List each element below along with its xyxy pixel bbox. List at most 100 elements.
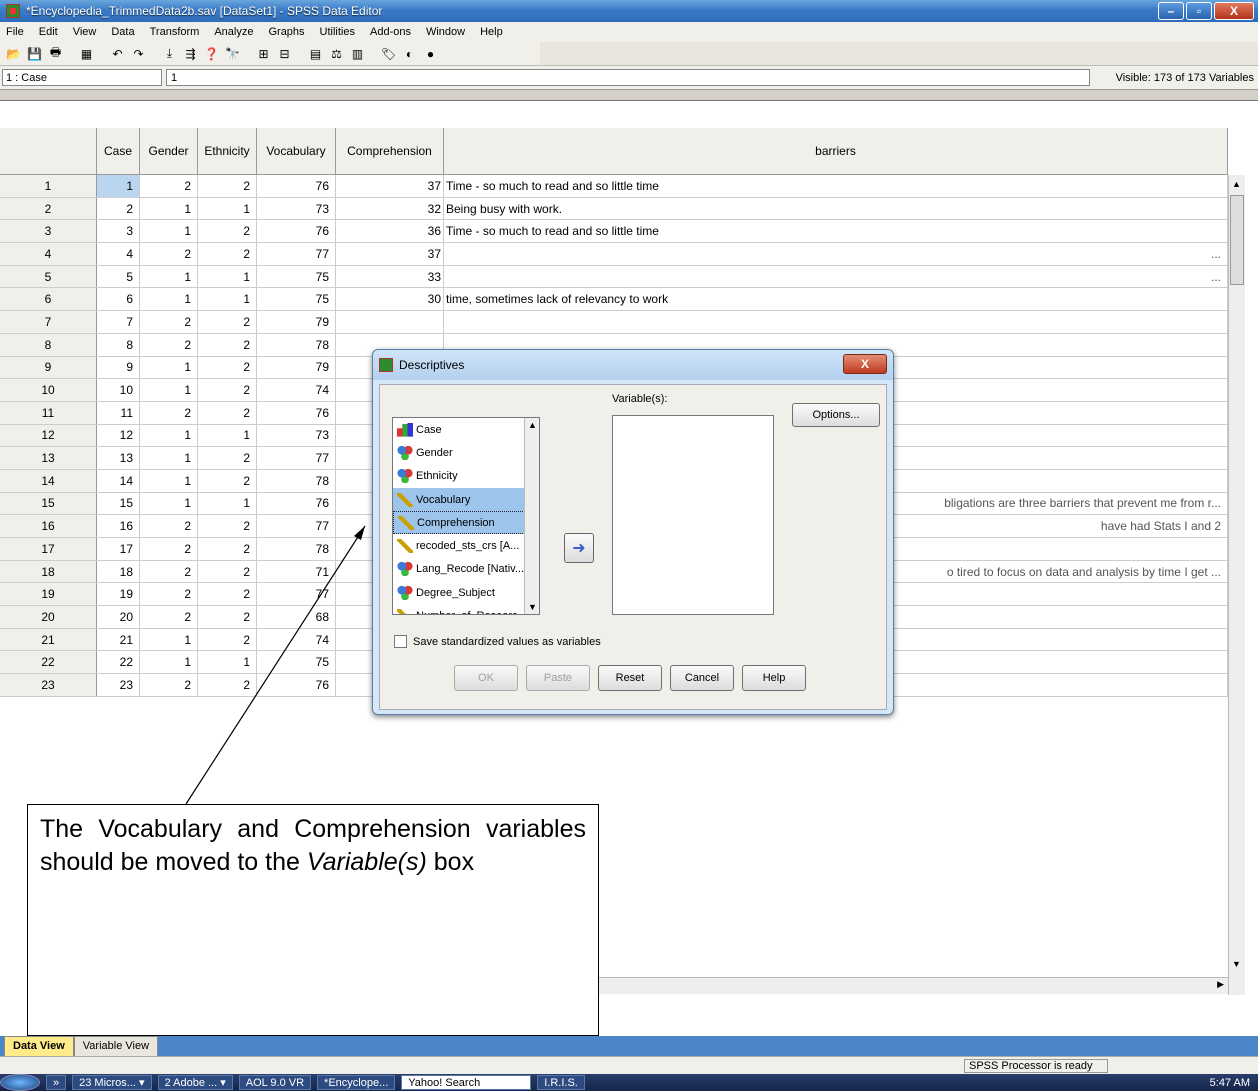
cell-case[interactable]: 5 — [97, 265, 140, 288]
cell-vocabulary[interactable]: 76 — [257, 401, 336, 424]
cell-gender[interactable]: 1 — [140, 288, 198, 311]
weight-cases-icon[interactable]: ⚖ — [327, 45, 346, 63]
value-labels-icon[interactable]: 🏷 — [379, 45, 398, 63]
cell-gender[interactable]: 2 — [140, 515, 198, 537]
source-variable-list[interactable]: Case Gender Ethnicity Vocabulary Comprehensi… — [392, 417, 540, 615]
cell-vocabulary[interactable]: 73 — [257, 424, 336, 447]
cell-vocabulary[interactable]: 76 — [257, 492, 336, 515]
cell-comprehension[interactable]: 30 — [336, 288, 444, 311]
cell-case[interactable]: 9 — [97, 356, 140, 379]
cell-vocabulary[interactable]: 78 — [257, 469, 336, 492]
list-scroll-up-icon[interactable]: ▲ — [528, 420, 537, 430]
scroll-up-icon[interactable]: ▲ — [1232, 179, 1241, 189]
cell-vocabulary[interactable]: 77 — [257, 243, 336, 265]
show-all-icon[interactable]: ● — [421, 45, 440, 63]
cell-ethnicity[interactable]: 2 — [198, 469, 257, 492]
open-folder-icon[interactable]: 📂 — [4, 45, 23, 63]
cell-case[interactable]: 18 — [97, 560, 140, 583]
cell-case[interactable]: 10 — [97, 379, 140, 401]
cell-gender[interactable]: 1 — [140, 492, 198, 515]
cell-gender[interactable]: 2 — [140, 583, 198, 606]
col-header-comprehension[interactable]: Comprehension — [336, 128, 444, 174]
menu-utilities[interactable]: Utilities — [320, 26, 355, 38]
cell-gender[interactable]: 1 — [140, 424, 198, 447]
cell-ethnicity[interactable]: 1 — [198, 424, 257, 447]
cell-vocabulary[interactable]: 78 — [257, 333, 336, 356]
scroll-right-icon[interactable]: ▶ — [1217, 979, 1224, 990]
variable-list-item[interactable]: Comprehension — [393, 511, 539, 535]
cell-vocabulary[interactable]: 74 — [257, 379, 336, 401]
vertical-scroll-thumb[interactable] — [1230, 195, 1244, 285]
quick-launch-more[interactable]: » — [46, 1075, 67, 1090]
row-number[interactable]: 5 — [0, 265, 97, 288]
cell-ethnicity[interactable]: 1 — [198, 288, 257, 311]
cell-gender[interactable]: 2 — [140, 333, 198, 356]
cell-barriers[interactable]: ... — [444, 243, 1228, 265]
save-standardized-checkbox[interactable] — [394, 635, 407, 648]
variable-list-item[interactable]: Vocabulary — [393, 487, 539, 512]
variable-list-item[interactable]: recoded_sts_crs [A... — [393, 534, 539, 557]
goto-variable-icon[interactable]: ⇶ — [181, 45, 200, 63]
cell-vocabulary[interactable]: 77 — [257, 515, 336, 537]
cell-gender[interactable]: 1 — [140, 356, 198, 379]
variable-list-item[interactable]: Lang_Recode [Nativ... — [393, 558, 539, 581]
cell-gender[interactable]: 2 — [140, 606, 198, 628]
cell-case[interactable]: 15 — [97, 492, 140, 515]
cell-gender[interactable]: 1 — [140, 265, 198, 288]
cell-gender[interactable]: 1 — [140, 197, 198, 220]
cell-vocabulary[interactable]: 68 — [257, 606, 336, 628]
row-number[interactable]: 4 — [0, 243, 97, 265]
cell-gender[interactable]: 1 — [140, 469, 198, 492]
cell-barriers[interactable]: ... — [444, 265, 1228, 288]
cell-case[interactable]: 6 — [97, 288, 140, 311]
cell-barriers[interactable]: time, sometimes lack of relevancy to wor… — [444, 288, 1228, 311]
cell-ethnicity[interactable]: 1 — [198, 265, 257, 288]
menu-window[interactable]: Window — [426, 26, 465, 38]
corner-cell[interactable] — [0, 128, 97, 174]
cell-ethnicity[interactable]: 1 — [198, 492, 257, 515]
cell-ethnicity[interactable]: 2 — [198, 379, 257, 401]
row-number[interactable]: 20 — [0, 606, 97, 628]
col-header-ethnicity[interactable]: Ethnicity — [198, 128, 257, 174]
cell-case[interactable]: 11 — [97, 401, 140, 424]
row-number[interactable]: 19 — [0, 583, 97, 606]
redo-icon[interactable]: ↷ — [129, 45, 148, 63]
cell-vocabulary[interactable]: 73 — [257, 197, 336, 220]
row-number[interactable]: 1 — [0, 175, 97, 197]
find-icon[interactable]: 🔭 — [223, 45, 242, 63]
row-number[interactable]: 9 — [0, 356, 97, 379]
cell-vocabulary[interactable]: 74 — [257, 628, 336, 651]
list-scroll-down-icon[interactable]: ▼ — [528, 602, 537, 612]
cell-case[interactable]: 13 — [97, 447, 140, 469]
cell-barriers[interactable] — [444, 311, 1228, 333]
cell-barriers[interactable]: Time - so much to read and so little tim… — [444, 175, 1228, 197]
ok-button[interactable]: OK — [454, 665, 518, 691]
cell-comprehension[interactable] — [336, 311, 444, 333]
save-standardized-row[interactable]: Save standardized values as variables — [394, 635, 601, 648]
tab-data-view[interactable]: Data View — [4, 1036, 74, 1056]
menu-help[interactable]: Help — [480, 26, 503, 38]
cell-case[interactable]: 16 — [97, 515, 140, 537]
cell-gender[interactable]: 2 — [140, 175, 198, 197]
cell-ethnicity[interactable]: 2 — [198, 220, 257, 243]
row-number[interactable]: 16 — [0, 515, 97, 537]
row-number[interactable]: 14 — [0, 469, 97, 492]
row-number[interactable]: 6 — [0, 288, 97, 311]
cell-vocabulary[interactable]: 71 — [257, 560, 336, 583]
cell-case[interactable]: 20 — [97, 606, 140, 628]
cell-vocabulary[interactable]: 75 — [257, 288, 336, 311]
cell-vocabulary[interactable]: 79 — [257, 311, 336, 333]
print-icon[interactable]: 🖶 — [46, 45, 65, 63]
cell-ethnicity[interactable]: 2 — [198, 560, 257, 583]
cell-ethnicity[interactable]: 1 — [198, 197, 257, 220]
cell-ethnicity[interactable]: 2 — [198, 538, 257, 560]
insert-variable-icon[interactable]: ⊟ — [275, 45, 294, 63]
split-file-icon[interactable]: ▤ — [306, 45, 325, 63]
cell-comprehension[interactable]: 36 — [336, 220, 444, 243]
cell-ethnicity[interactable]: 2 — [198, 311, 257, 333]
cell-gender[interactable]: 2 — [140, 401, 198, 424]
taskbar-iris[interactable]: I.R.I.S. — [537, 1075, 585, 1090]
close-window-button[interactable]: X — [1214, 2, 1254, 20]
row-number[interactable]: 15 — [0, 492, 97, 515]
cell-case[interactable]: 17 — [97, 538, 140, 560]
